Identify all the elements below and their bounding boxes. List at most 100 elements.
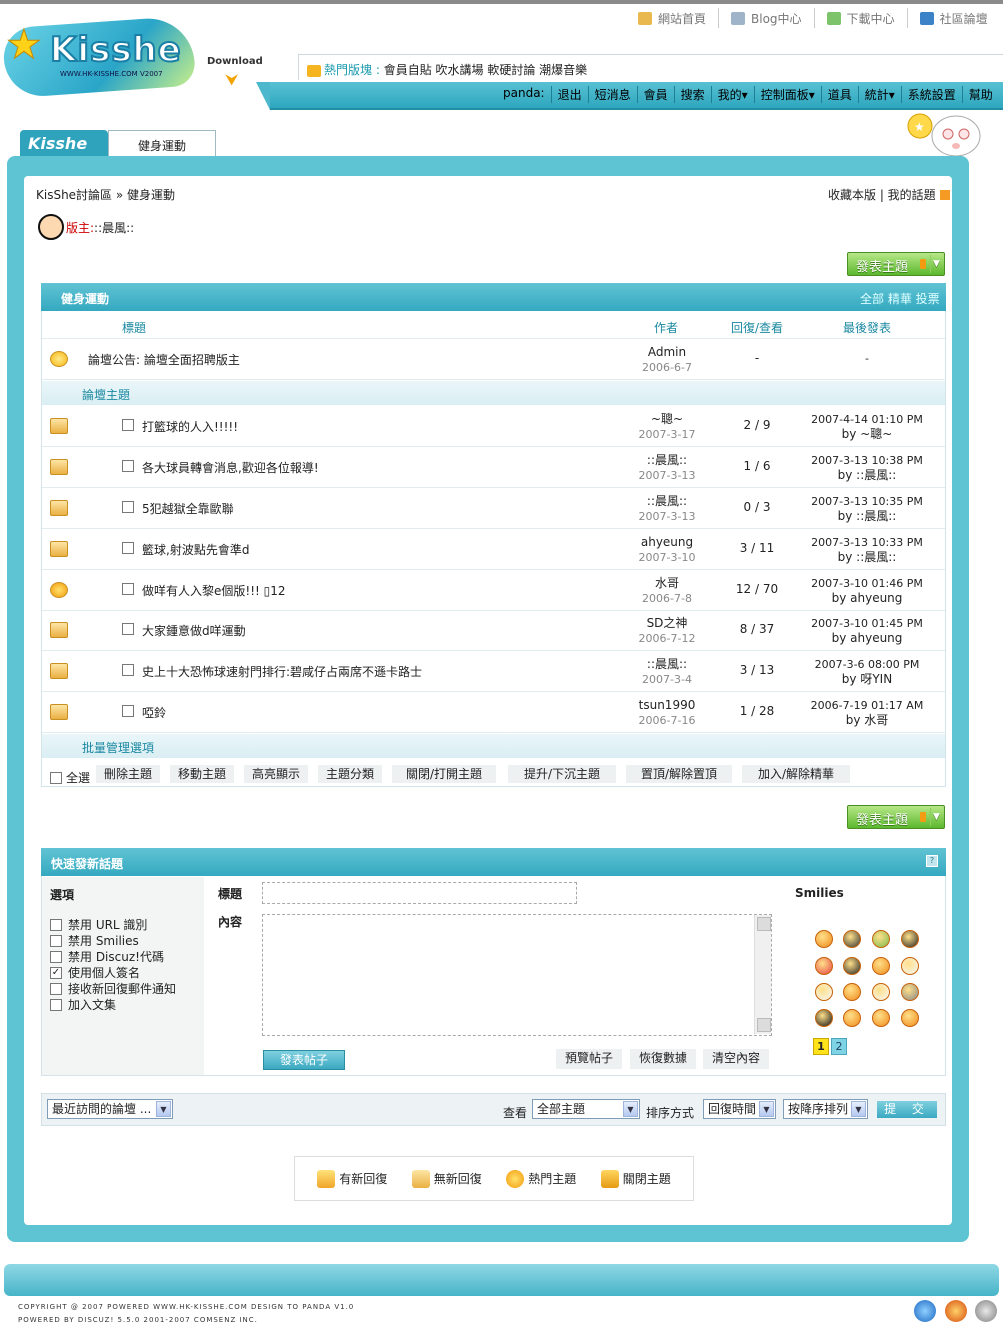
option-checkbox[interactable]: ✓ [50, 966, 62, 979]
content-textarea[interactable] [262, 914, 772, 1036]
author-name[interactable]: ahyeung [610, 535, 724, 550]
thread-title[interactable]: 啞鈴 [142, 704, 166, 721]
hot-forums-links[interactable]: 會員自貼 吹水講場 軟硬討論 潮爆音樂 [384, 63, 587, 77]
menu-members[interactable]: 會員 [636, 86, 674, 103]
delete-topics-button[interactable]: 刪除主題 [95, 764, 161, 784]
submit-post-button[interactable]: 發表帖子 [263, 1050, 345, 1070]
option-checkbox[interactable] [50, 934, 62, 947]
smiley-icon[interactable] [901, 1009, 919, 1027]
last-post[interactable]: 2007-3-10 01:46 PM by ahyeung [802, 576, 932, 606]
view-select[interactable]: 全部主題 ▼ [532, 1099, 640, 1119]
thread-title[interactable]: 5犯越獄全靠歐聯 [142, 500, 234, 517]
bump-button[interactable]: 提升/下沉主題 [507, 764, 617, 784]
thread-title[interactable]: 籃球,射波點先會準d [142, 541, 249, 558]
tab-home[interactable]: Kisshe [20, 130, 108, 156]
smiley-icon[interactable] [901, 957, 919, 975]
author-name[interactable]: 水哥 [610, 576, 724, 591]
sort-select[interactable]: 回復時間 ▼ [703, 1099, 776, 1119]
thread-title[interactable]: 大家鍾意做d咩運動 [142, 622, 246, 639]
nav-home[interactable]: 網站首頁 [626, 8, 718, 28]
thread-row[interactable]: 打籃球的人入!!!!! ~聰~ 2007-3-17 2 / 9 2007-4-14 01… [42, 406, 945, 447]
last-post-time[interactable]: 2006-7-19 01:17 AM [802, 698, 932, 713]
announcement-title[interactable]: 論壇公告: 論壇全面招聘版主 [88, 351, 240, 368]
thread-checkbox[interactable] [122, 542, 134, 554]
firefox-icon[interactable] [945, 1300, 967, 1322]
classify-button[interactable]: 主題分類 [317, 764, 383, 784]
smiley-icon[interactable] [872, 957, 890, 975]
option-checkbox[interactable] [50, 950, 62, 963]
last-post-by[interactable]: by ::晨風:: [802, 550, 932, 565]
last-post[interactable]: 2007-3-6 08:00 PM by 呀YIN [802, 657, 932, 687]
option-checkbox-row[interactable]: 加入文集 [50, 996, 116, 1013]
chevron-down-icon[interactable]: ▼ [851, 1101, 866, 1117]
smiley-icon[interactable] [872, 1009, 890, 1027]
last-post[interactable]: 2007-3-13 10:38 PM by ::晨風:: [802, 453, 932, 483]
smiley-icon[interactable] [815, 957, 833, 975]
smiley-icon[interactable] [843, 930, 861, 948]
last-post-by[interactable]: by ahyeung [802, 591, 932, 606]
nav-download[interactable]: 下載中心 [813, 8, 907, 28]
last-post-time[interactable]: 2007-4-14 01:10 PM [802, 412, 932, 427]
thread-row[interactable]: 大家鍾意做d咩運動 SD之神 2006-7-12 8 / 37 2007-3-10 01… [42, 610, 945, 651]
last-post[interactable]: 2007-3-13 10:35 PM by ::晨風:: [802, 494, 932, 524]
topic-filters[interactable]: 全部 精華 投票 [860, 290, 940, 307]
smiley-icon[interactable] [843, 1009, 861, 1027]
option-checkbox[interactable] [50, 998, 62, 1011]
help-icon[interactable]: ? [926, 855, 938, 867]
select-all[interactable]: 全選 [50, 769, 90, 786]
double-chevron-down-icon[interactable]: ⮟ [225, 70, 239, 90]
option-checkbox-row[interactable]: 禁用 Smilies [50, 932, 139, 949]
thread-title[interactable]: 各大球員轉會消息,歡迎各位報導! [142, 459, 319, 476]
author-name[interactable]: tsun1990 [610, 698, 724, 713]
thread-title[interactable]: 打籃球的人入!!!!! [142, 418, 238, 435]
option-checkbox-row[interactable]: 禁用 Discuz!代碼 [50, 948, 164, 965]
thread-row[interactable]: 史上十大恐怖球速射門排行:碧咸仔占兩席不遜卡路士::晨風:: 2007-3-4 3 … [42, 651, 945, 692]
thread-checkbox[interactable] [122, 419, 134, 431]
option-checkbox-row[interactable]: ✓ 使用個人簽名 [50, 964, 140, 981]
order-select[interactable]: 按降序排列 ▼ [783, 1099, 868, 1119]
smiley-icon[interactable] [843, 957, 861, 975]
last-post-by[interactable]: by ::晨風:: [802, 468, 932, 483]
thread-row[interactable]: 籃球,射波點先會準d ahyeung 2007-3-10 3 / 11 2007-3-1… [42, 529, 945, 570]
chevron-down-icon[interactable]: ▼ [156, 1101, 171, 1117]
select-all-checkbox[interactable] [50, 771, 62, 784]
digest-button[interactable]: 加入/解除精華 [741, 764, 851, 784]
last-post-time[interactable]: 2007-3-13 10:38 PM [802, 453, 932, 468]
last-post-by[interactable]: by ahyeung [802, 631, 932, 646]
option-checkbox[interactable] [50, 982, 62, 995]
nav-forum[interactable]: 社區論壇 [906, 8, 1000, 28]
last-post-time[interactable]: 2007-3-10 01:45 PM [802, 616, 932, 631]
title-input[interactable] [262, 882, 577, 904]
submit-filter-button[interactable]: 提 交 [877, 1101, 937, 1118]
last-post-time[interactable]: 2007-3-6 08:00 PM [802, 657, 932, 672]
menu-control-panel[interactable]: 控制面板▾ [753, 86, 821, 103]
last-post[interactable]: 2006-7-19 01:17 AM by 水哥 [802, 698, 932, 728]
thread-checkbox[interactable] [122, 623, 134, 635]
smiley-icon[interactable] [843, 983, 861, 1001]
author-name[interactable]: ~聰~ [610, 412, 724, 427]
menu-logout[interactable]: 退出 [550, 86, 588, 103]
menu-help[interactable]: 幫助 [961, 86, 999, 103]
menu-stats[interactable]: 統計▾ [857, 86, 901, 103]
last-post-by[interactable]: by 呀YIN [802, 672, 932, 687]
moderator-name[interactable]: ::晨風:: [94, 219, 134, 236]
thread-title[interactable]: 史上十大恐怖球速射門排行:碧咸仔占兩席不遜卡路士 [142, 663, 422, 680]
chevron-down-icon[interactable]: ▼ [623, 1101, 638, 1117]
textarea-scrollbar[interactable] [754, 915, 771, 1034]
smiley-icon[interactable] [815, 930, 833, 948]
smiley-icon[interactable] [872, 983, 890, 1001]
last-post[interactable]: 2007-4-14 01:10 PM by ~聰~ [802, 412, 932, 442]
thread-row[interactable]: 啞鈴 tsun1990 2006-7-16 1 / 28 2006-7-19 01:17… [42, 692, 945, 733]
smilies-page-2[interactable]: 2 [831, 1038, 847, 1055]
smiley-icon[interactable] [872, 930, 890, 948]
author-name[interactable]: ::晨風:: [610, 494, 724, 509]
last-post[interactable]: 2007-3-10 01:45 PM by ahyeung [802, 616, 932, 646]
author-name[interactable]: SD之神 [610, 616, 724, 631]
option-checkbox-row[interactable]: 接收新回復郵件通知 [50, 980, 176, 997]
thread-row[interactable]: 5犯越獄全靠歐聯::晨風:: 2007-3-13 0 / 3 2007-3-13 10… [42, 488, 945, 529]
author-name[interactable]: ::晨風:: [610, 453, 724, 468]
menu-messages[interactable]: 短消息 [587, 86, 637, 103]
last-post[interactable]: 2007-3-13 10:33 PM by ::晨風:: [802, 535, 932, 565]
chevron-down-icon[interactable]: ▼ [930, 255, 942, 273]
chevron-down-icon[interactable]: ▼ [759, 1101, 774, 1117]
